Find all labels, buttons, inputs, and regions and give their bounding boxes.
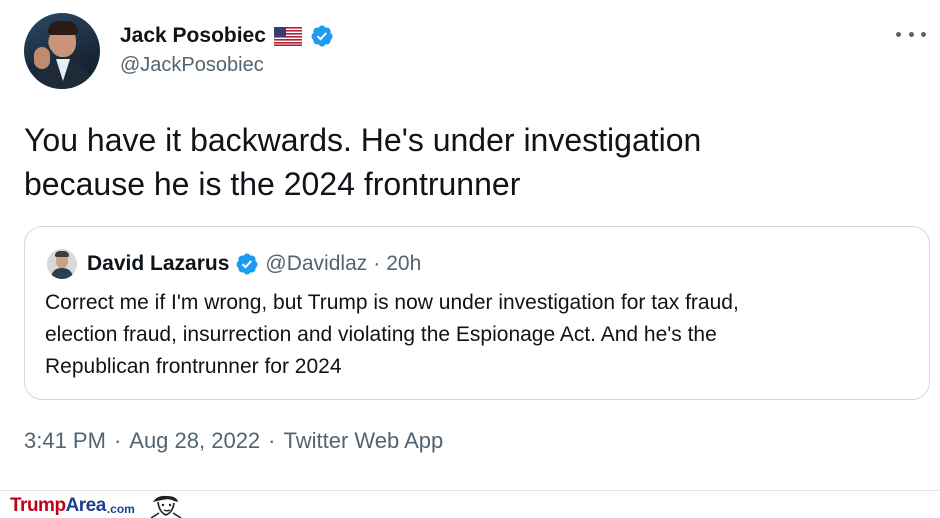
quoted-text-line: Republican frontrunner for 2024	[45, 355, 342, 378]
author-handle[interactable]: @JackPosobiec	[120, 54, 334, 77]
us-flag-icon	[273, 26, 302, 46]
quoted-author-avatar[interactable]	[47, 249, 77, 279]
watermark-part: Area	[65, 495, 107, 516]
quoted-tweet-text: Correct me if I'm wrong, but Trump is no…	[45, 287, 905, 383]
tweet-card: Jack Posobiec @JackPosobiec You have it …	[0, 0, 940, 492]
tweet-time[interactable]: 3:41 PM	[24, 428, 106, 454]
caricature-icon	[150, 495, 182, 518]
tweet-date[interactable]: Aug 28, 2022	[129, 428, 260, 454]
site-watermark: Trump Area .com	[10, 494, 183, 518]
verified-badge-icon	[236, 253, 258, 275]
quoted-author-handle[interactable]: @Davidlaz	[265, 252, 367, 276]
tweet-text-line: You have it backwards. He's under invest…	[24, 122, 702, 158]
author-block: Jack Posobiec @JackPosobiec	[120, 22, 334, 77]
quoted-text-line: election fraud, insurrection and violati…	[45, 323, 717, 346]
tweet-text: You have it backwards. He's under invest…	[24, 118, 904, 206]
separator-dot: ·	[113, 428, 122, 453]
quoted-tweet-header: David Lazarus @Davidlaz · 20h	[47, 249, 421, 279]
watermark-part: .com	[106, 501, 135, 516]
more-options-icon[interactable]	[896, 24, 926, 44]
separator-dot: ·	[373, 252, 381, 275]
quoted-tweet-age[interactable]: 20h	[386, 252, 421, 276]
author-avatar[interactable]	[24, 13, 100, 89]
tweet-text-line: because he is the 2024 frontrunner	[24, 166, 521, 202]
quoted-author-name[interactable]: David Lazarus	[87, 252, 229, 276]
author-name-row: Jack Posobiec	[120, 22, 334, 50]
quoted-tweet[interactable]: David Lazarus @Davidlaz · 20h Correct me…	[24, 226, 930, 400]
tweet-metadata: 3:41 PM · Aug 28, 2022 · Twitter Web App	[24, 428, 443, 454]
quoted-text-line: Correct me if I'm wrong, but Trump is no…	[45, 291, 739, 314]
separator-dot: ·	[268, 428, 276, 453]
watermark-part: Trump	[10, 495, 66, 516]
author-name[interactable]: Jack Posobiec	[120, 24, 266, 48]
tweet-source[interactable]: Twitter Web App	[284, 428, 444, 454]
divider	[0, 490, 940, 491]
verified-badge-icon	[311, 25, 333, 47]
